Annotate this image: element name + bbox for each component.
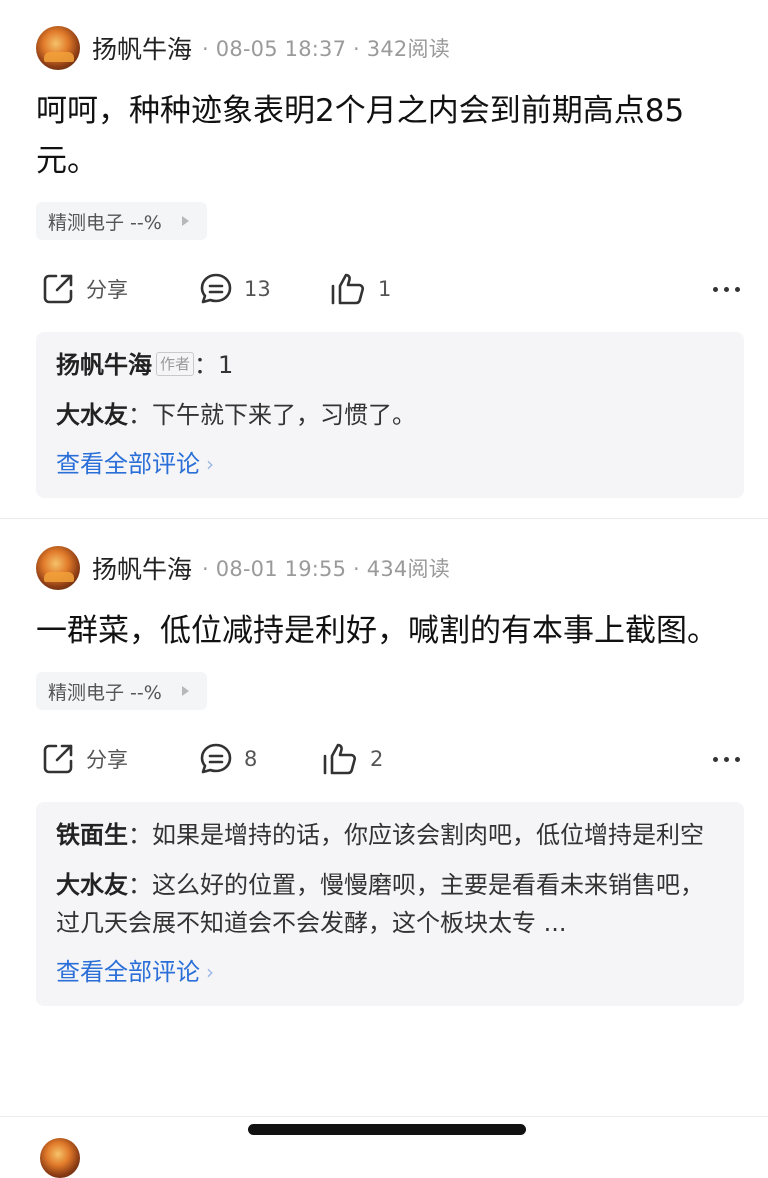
post-header: 扬帆牛海 · 08-05 18:37 · 342阅读 (36, 26, 746, 70)
divider (0, 1116, 768, 1117)
post-content[interactable]: 呵呵，种种迹象表明2个月之内会到前期高点85元。 (36, 86, 736, 186)
comment-item: 大水友：这么好的位置，慢慢磨呗，主要是看看未来销售吧，过几天会展不知道会不会发酵… (56, 866, 724, 942)
comment-icon (200, 743, 232, 774)
stock-tag-label: 精测电子 --% (48, 211, 162, 234)
comment-item: 大水友：下午就下来了，习惯了。 (56, 396, 724, 434)
author-name[interactable]: 扬帆牛海 (92, 30, 192, 66)
stock-tag-label: 精测电子 --% (48, 681, 162, 704)
comment-count: 8 (244, 747, 258, 771)
like-button[interactable]: 1 (330, 271, 391, 307)
share-label: 分享 (86, 748, 128, 772)
commenter-name[interactable]: 大水友 (56, 871, 128, 899)
share-icon (43, 744, 73, 774)
avatar[interactable] (36, 546, 80, 590)
action-bar: 分享 13 1 (36, 266, 746, 312)
divider (0, 518, 768, 519)
chevron-right-icon: › (206, 960, 214, 984)
comment-item: 铁面生：如果是增持的话，你应该会割肉吧，低位增持是利空 (56, 816, 724, 854)
comment-button[interactable]: 8 (198, 741, 257, 777)
action-bar: 分享 8 2 (36, 736, 746, 782)
comment-text: ：下午就下来了，习惯了。 (128, 401, 416, 429)
avatar[interactable] (36, 26, 80, 70)
author-badge: 作者 (156, 352, 195, 376)
caret-right-icon (181, 686, 189, 696)
comment-button[interactable]: 13 (198, 271, 271, 307)
post-card: 扬帆牛海 · 08-01 19:55 · 434阅读 一群菜，低位减持是利好，喊… (0, 546, 768, 1006)
post-header: 扬帆牛海 · 08-01 19:55 · 434阅读 (36, 546, 746, 590)
post-meta: · 08-05 18:37 · 342阅读 (202, 37, 450, 61)
post-card: 扬帆牛海 · 08-05 18:37 · 342阅读 呵呵，种种迹象表明2个月之… (0, 0, 768, 517)
comment-item: 扬帆牛海 作者 ：1 (56, 346, 724, 384)
like-count: 1 (378, 277, 392, 301)
like-count: 2 (370, 747, 384, 771)
comment-text: ：1 (194, 351, 234, 379)
home-indicator[interactable] (248, 1124, 526, 1135)
more-dots-icon[interactable] (713, 756, 740, 762)
share-button[interactable]: 分享 (40, 741, 128, 777)
commenter-name[interactable]: 铁面生 (56, 821, 128, 849)
post-content[interactable]: 一群菜，低位减持是利好，喊割的有本事上截图。 (36, 606, 736, 656)
view-all-label: 查看全部评论 (56, 450, 200, 478)
view-all-comments-link[interactable]: 查看全部评论 › (56, 954, 214, 990)
thumbs-up-icon (331, 273, 365, 305)
chevron-right-icon: › (206, 452, 214, 476)
comment-preview[interactable]: 铁面生：如果是增持的话，你应该会割肉吧，低位增持是利空 大水友：这么好的位置，慢… (36, 802, 744, 1006)
view-all-comments-link[interactable]: 查看全部评论 › (56, 446, 214, 482)
share-button[interactable]: 分享 (40, 271, 128, 307)
more-dots-icon[interactable] (713, 286, 740, 292)
caret-right-icon (181, 216, 189, 226)
comment-text: ：这么好的位置，慢慢磨呗，主要是看看未来销售吧，过几天会展不知道会不会发酵，这个… (56, 871, 704, 937)
comment-preview[interactable]: 扬帆牛海 作者 ：1 大水友：下午就下来了，习惯了。 查看全部评论 › (36, 332, 744, 498)
comment-icon (200, 273, 232, 304)
thumbs-up-icon (323, 743, 357, 775)
comment-text: ：如果是增持的话，你应该会割肉吧，低位增持是利空 (128, 821, 704, 849)
commenter-name[interactable]: 扬帆牛海 (56, 351, 152, 379)
stock-tag[interactable]: 精测电子 --% (36, 672, 207, 710)
share-icon (43, 274, 73, 304)
stock-tag[interactable]: 精测电子 --% (36, 202, 207, 240)
post-meta: · 08-01 19:55 · 434阅读 (202, 557, 450, 581)
view-all-label: 查看全部评论 (56, 958, 200, 986)
author-name[interactable]: 扬帆牛海 (92, 550, 192, 586)
share-label: 分享 (86, 278, 128, 302)
comment-count: 13 (244, 277, 271, 301)
like-button[interactable]: 2 (322, 741, 383, 777)
commenter-name[interactable]: 大水友 (56, 401, 128, 429)
avatar[interactable] (40, 1138, 80, 1178)
